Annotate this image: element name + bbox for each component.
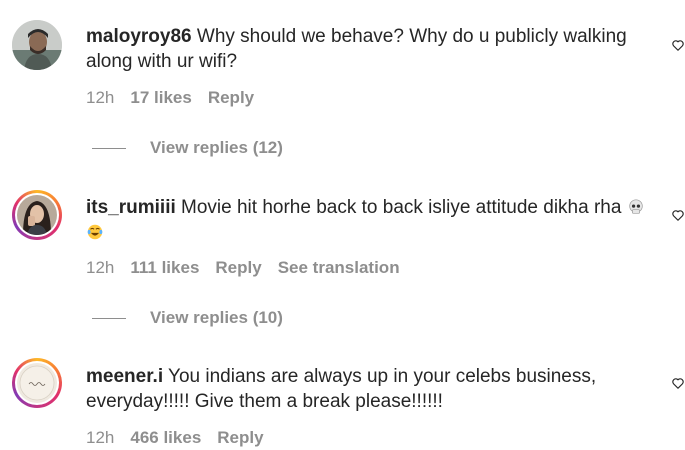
skull-emoji — [629, 199, 643, 214]
comment-username[interactable]: its_rumiiii — [86, 197, 176, 218]
see-translation-button[interactable]: See translation — [278, 258, 400, 278]
avatar[interactable] — [12, 190, 62, 240]
avatar-ring — [15, 193, 59, 237]
view-replies-label: View replies (12) — [150, 138, 283, 157]
tears-of-joy-emoji — [87, 224, 103, 240]
comment-body: You indians are always up in your celebs… — [86, 366, 597, 412]
reply-button[interactable]: Reply — [217, 428, 263, 448]
comment-meta: 12h 111 likes Reply See translation — [86, 258, 400, 278]
heart-outline-icon[interactable] — [671, 208, 685, 222]
comment-username[interactable]: maloyroy86 — [86, 26, 192, 47]
comment-timestamp: 12h — [86, 88, 115, 107]
heart-outline-icon[interactable] — [671, 38, 685, 52]
comment-timestamp: 12h — [86, 258, 115, 277]
comment-body: Movie hit horhe back to back isliye atti… — [175, 197, 627, 218]
comment-meta: 12h 17 likes Reply — [86, 88, 254, 108]
comment-timestamp: 12h — [86, 428, 115, 447]
comment-text: maloyroy86 Why should we behave? Why do … — [86, 24, 646, 74]
user-photo — [12, 20, 62, 70]
reply-button[interactable]: Reply — [215, 258, 261, 278]
view-replies-button[interactable]: View replies (12) — [92, 138, 283, 158]
reply-button[interactable]: Reply — [208, 88, 254, 108]
user-photo — [17, 363, 57, 403]
comment-text: meener.i You indians are always up in yo… — [86, 364, 646, 414]
heart-outline-icon[interactable] — [671, 376, 685, 390]
likes-count[interactable]: 466 likes — [130, 428, 201, 448]
avatar[interactable] — [12, 358, 62, 408]
likes-count[interactable]: 17 likes — [130, 88, 191, 108]
replies-divider — [92, 147, 126, 149]
view-replies-button[interactable]: View replies (10) — [92, 308, 283, 328]
replies-divider — [92, 317, 126, 319]
comment-meta: 12h 466 likes Reply — [86, 428, 264, 448]
comment-text: its_rumiiii Movie hit horhe back to back… — [86, 195, 646, 245]
comment-username[interactable]: meener.i — [86, 366, 163, 387]
view-replies-label: View replies (10) — [150, 308, 283, 327]
avatar-ring — [15, 361, 59, 405]
avatar[interactable] — [12, 20, 62, 70]
likes-count[interactable]: 111 likes — [130, 258, 199, 278]
user-photo — [17, 195, 57, 235]
